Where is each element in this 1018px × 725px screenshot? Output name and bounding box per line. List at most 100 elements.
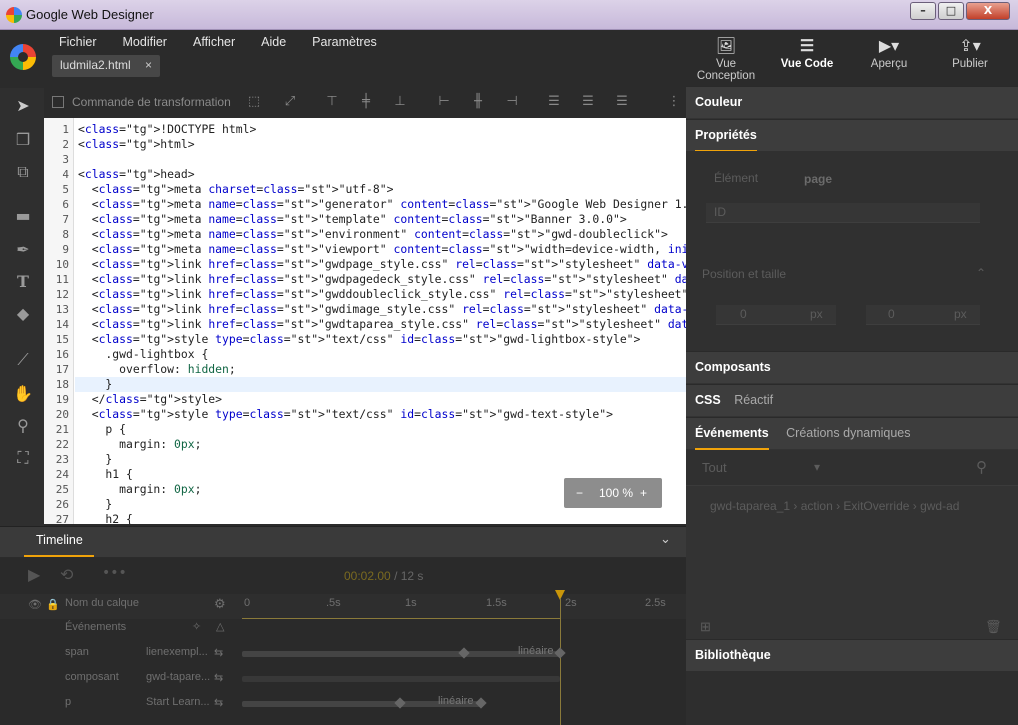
code-line[interactable]: margin: 0px;: [78, 437, 201, 452]
hand-tool-icon[interactable]: ✋: [12, 384, 34, 404]
settings-gear-icon[interactable]: ⚙: [214, 596, 226, 612]
tab-evenements[interactable]: Événements: [695, 426, 769, 450]
tab-reactif[interactable]: Réactif: [734, 393, 773, 407]
zoom-tool-icon[interactable]: ⚲: [12, 416, 34, 436]
play-icon[interactable]: ▶: [28, 565, 40, 584]
panel-couleur[interactable]: Couleur: [686, 86, 1018, 118]
close-button[interactable]: X: [966, 2, 1010, 20]
zoom-out-button[interactable]: −: [576, 478, 583, 508]
code-line[interactable]: <class="tg">meta name=class="st">"genera…: [78, 197, 686, 212]
distribute-top-icon[interactable]: ☰: [546, 94, 562, 110]
tab-creations-dynamiques[interactable]: Créations dynamiques: [786, 426, 910, 440]
menu-afficher[interactable]: Afficher: [180, 31, 248, 53]
maximize-button[interactable]: □: [938, 2, 964, 20]
more-options-icon[interactable]: ⋮: [666, 94, 682, 110]
align-left-icon[interactable]: ⊢: [436, 94, 452, 110]
publish-button[interactable]: ⇪▾ Publier: [930, 36, 1010, 70]
code-line[interactable]: }: [78, 377, 112, 392]
add-event-button[interactable]: ⊞: [700, 619, 711, 635]
tag-tool-icon[interactable]: ▬: [12, 206, 34, 226]
selection-tool-icon[interactable]: ➤: [12, 96, 34, 116]
minimize-button[interactable]: –: [910, 2, 936, 20]
code-line[interactable]: .gwd-lightbox {: [78, 347, 208, 362]
code-line[interactable]: <class="tg">meta name=class="st">"viewpo…: [78, 242, 686, 257]
code-line[interactable]: }: [78, 497, 112, 512]
code-line[interactable]: margin: 0px;: [78, 482, 201, 497]
transform-box-icon[interactable]: ⬚: [246, 94, 262, 110]
code-line[interactable]: <class="tg">style type=class="st">"text/…: [78, 407, 613, 422]
align-middle-icon[interactable]: ╪: [358, 94, 374, 110]
chevron-up-icon[interactable]: ⌃: [976, 266, 986, 280]
eyedropper-tool-icon[interactable]: ⟋: [12, 350, 34, 370]
fill-tool-icon[interactable]: ◆: [12, 304, 34, 324]
code-editor[interactable]: 1 2 3 4 5 6 7 8 9 10 11 12 13 14 15 16 17 18 19 20 21 22 23 24 2…: [44, 118, 686, 524]
layer-row-span[interactable]: span lienexempl... ⇆ linéaire: [0, 643, 686, 668]
event-marker-icon[interactable]: △: [216, 620, 224, 633]
lock-icon[interactable]: 🔒: [46, 598, 60, 611]
close-tab-icon[interactable]: ×: [145, 58, 152, 72]
code-line[interactable]: <class="tg">meta name=class="st">"enviro…: [78, 227, 668, 242]
menu-parametres[interactable]: Paramètres: [299, 31, 390, 53]
code-line[interactable]: <class="tg">style type=class="st">"text/…: [78, 332, 641, 347]
add-event-icon[interactable]: ✧: [192, 620, 201, 633]
code-line[interactable]: h2 {: [78, 512, 132, 524]
filter-select[interactable]: Tout: [702, 460, 727, 475]
code-line[interactable]: <class="tg">head>: [78, 167, 195, 182]
pos-y-field[interactable]: 0 px: [866, 305, 980, 325]
chevron-down-icon[interactable]: ▾: [814, 460, 820, 474]
collapse-chevron-icon[interactable]: ⌄: [660, 532, 671, 547]
tab-css[interactable]: CSS: [695, 393, 721, 407]
delete-icon[interactable]: 🗑: [985, 619, 1002, 635]
fit-screen-icon[interactable]: ⛶: [12, 448, 34, 468]
layer-link-icon[interactable]: ⇆: [214, 646, 223, 659]
code-line[interactable]: </class="tg">style>: [78, 392, 222, 407]
zoom-in-button[interactable]: +: [640, 478, 647, 508]
3d-rotation-tool-icon[interactable]: ❒: [12, 130, 34, 150]
view-code-button[interactable]: ☰ Vue Code: [767, 36, 847, 70]
layer-row-p[interactable]: p Start Learn... ⇆ linéaire: [0, 693, 686, 718]
layer-link-icon[interactable]: ⇆: [214, 696, 223, 709]
preview-button[interactable]: ▶▾ Aperçu: [849, 36, 929, 70]
transform-checkbox[interactable]: [52, 96, 64, 108]
align-right-icon[interactable]: ⊣: [504, 94, 520, 110]
event-item[interactable]: gwd-taparea_1 › action › ExitOverride › …: [710, 499, 959, 513]
align-center-icon[interactable]: ╫: [470, 94, 486, 110]
eye-icon[interactable]: 👁: [28, 598, 42, 611]
code-line[interactable]: <class="tg">meta charset=class="st">"utf…: [78, 182, 394, 197]
code-line[interactable]: <class="tg">!DOCTYPE html>: [78, 122, 256, 137]
code-line[interactable]: <class="tg">meta name=class="st">"templa…: [78, 212, 627, 227]
loop-icon[interactable]: ⟲: [60, 565, 73, 584]
code-line[interactable]: }: [78, 452, 112, 467]
document-tab[interactable]: ludmila2.html ×: [52, 55, 160, 77]
panel-bibliotheque[interactable]: Bibliothèque: [686, 639, 1018, 671]
search-icon[interactable]: ⚲: [976, 458, 987, 476]
code-line[interactable]: h1 {: [78, 467, 132, 482]
resize-icon[interactable]: ⤢: [282, 94, 298, 110]
panel-proprietes[interactable]: Propriétés: [686, 119, 1018, 152]
view-design-button[interactable]: 🖼 Vue Conception: [686, 36, 766, 82]
distribute-middle-icon[interactable]: ☰: [580, 94, 596, 110]
layer-row-composant[interactable]: composant gwd-tapare... ⇆: [0, 668, 686, 693]
menu-aide[interactable]: Aide: [248, 31, 299, 53]
layer-link-icon[interactable]: ⇆: [214, 671, 223, 684]
pen-tool-icon[interactable]: ✒: [12, 240, 34, 260]
code-line[interactable]: <class="tg">html>: [78, 137, 195, 152]
menu-modifier[interactable]: Modifier: [110, 31, 180, 53]
align-bottom-icon[interactable]: ⊥: [392, 94, 408, 110]
align-top-icon[interactable]: ⊤: [324, 94, 340, 110]
more-dots-icon[interactable]: •••: [102, 565, 127, 581]
id-field[interactable]: ID: [706, 203, 980, 223]
tab-timeline[interactable]: Timeline: [24, 526, 94, 557]
code-line[interactable]: overflow: hidden;: [78, 362, 236, 377]
code-line[interactable]: <class="tg">link href=class="st">"gwdpag…: [78, 257, 686, 272]
code-line[interactable]: <class="tg">link href=class="st">"gwdima…: [78, 302, 686, 317]
panel-composants[interactable]: Composants: [686, 351, 1018, 383]
code-line[interactable]: p {: [78, 422, 126, 437]
3d-translation-tool-icon[interactable]: ⧉: [12, 162, 34, 182]
pos-x-field[interactable]: 0 px: [716, 305, 836, 325]
code-line[interactable]: <class="tg">link href=class="st">"gwddou…: [78, 287, 686, 302]
code-line[interactable]: <class="tg">link href=class="st">"gwdtap…: [78, 317, 686, 332]
distribute-bottom-icon[interactable]: ☰: [614, 94, 630, 110]
menu-fichier[interactable]: Fichier: [46, 31, 110, 53]
text-tool-icon[interactable]: T: [12, 272, 34, 292]
